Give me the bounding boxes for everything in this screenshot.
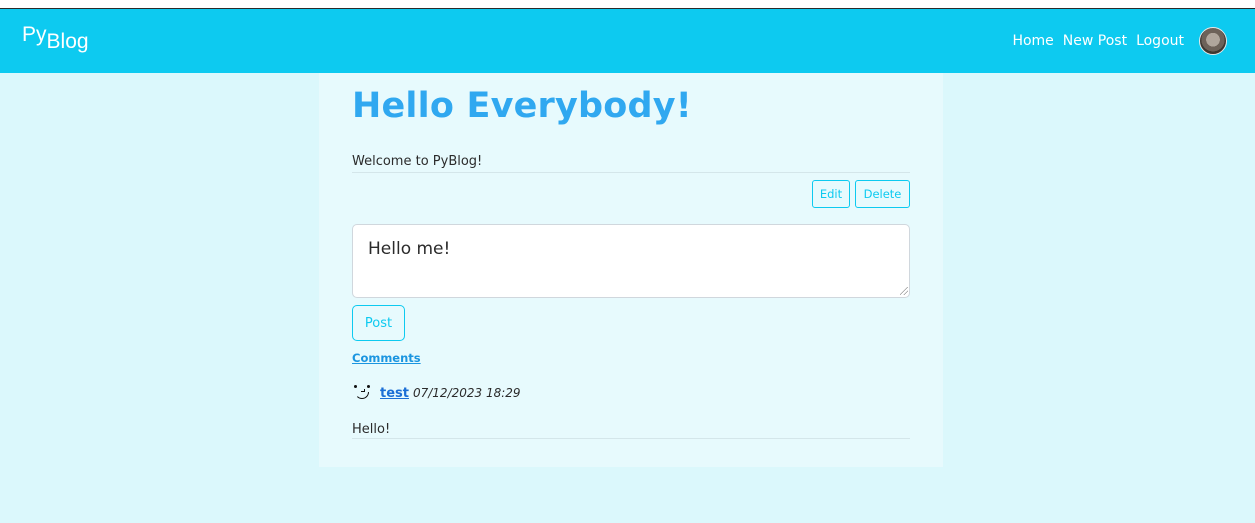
post-comment-button[interactable]: Post bbox=[352, 305, 405, 341]
comment-author-link[interactable]: test bbox=[380, 386, 409, 401]
post-divider bbox=[352, 172, 910, 173]
brand-blog: Blog bbox=[46, 30, 89, 53]
nav-logout-link[interactable]: Logout bbox=[1136, 33, 1184, 49]
nav-links: Home New Post Logout bbox=[1012, 9, 1227, 73]
comment-textarea[interactable]: Hello me! bbox=[352, 224, 910, 298]
nav-home-link[interactable]: Home bbox=[1012, 33, 1053, 49]
resize-grip-icon[interactable] bbox=[900, 287, 908, 295]
post-body: Welcome to PyBlog! bbox=[352, 154, 483, 169]
brand-py: Py bbox=[22, 23, 47, 46]
comment-text: Hello! bbox=[352, 422, 391, 437]
comment-divider bbox=[352, 438, 910, 439]
delete-button[interactable]: Delete bbox=[855, 180, 910, 208]
post-title: Hello Everybody! bbox=[352, 86, 692, 126]
smiley-icon bbox=[352, 384, 374, 402]
comments-link[interactable]: Comments bbox=[352, 351, 421, 365]
window-top-edge bbox=[0, 0, 1255, 9]
comment-date: 07/12/2023 18:29 bbox=[412, 386, 521, 400]
nav-new-post-link[interactable]: New Post bbox=[1063, 33, 1127, 49]
navbar: Py Blog Home New Post Logout bbox=[0, 9, 1255, 73]
comment-header: test 07/12/2023 18:29 bbox=[352, 384, 521, 402]
edit-button[interactable]: Edit bbox=[812, 180, 850, 208]
brand-logo[interactable]: Py Blog bbox=[22, 23, 89, 53]
user-avatar[interactable] bbox=[1199, 27, 1227, 55]
post-card: Hello Everybody! Welcome to PyBlog! Edit… bbox=[319, 73, 943, 467]
